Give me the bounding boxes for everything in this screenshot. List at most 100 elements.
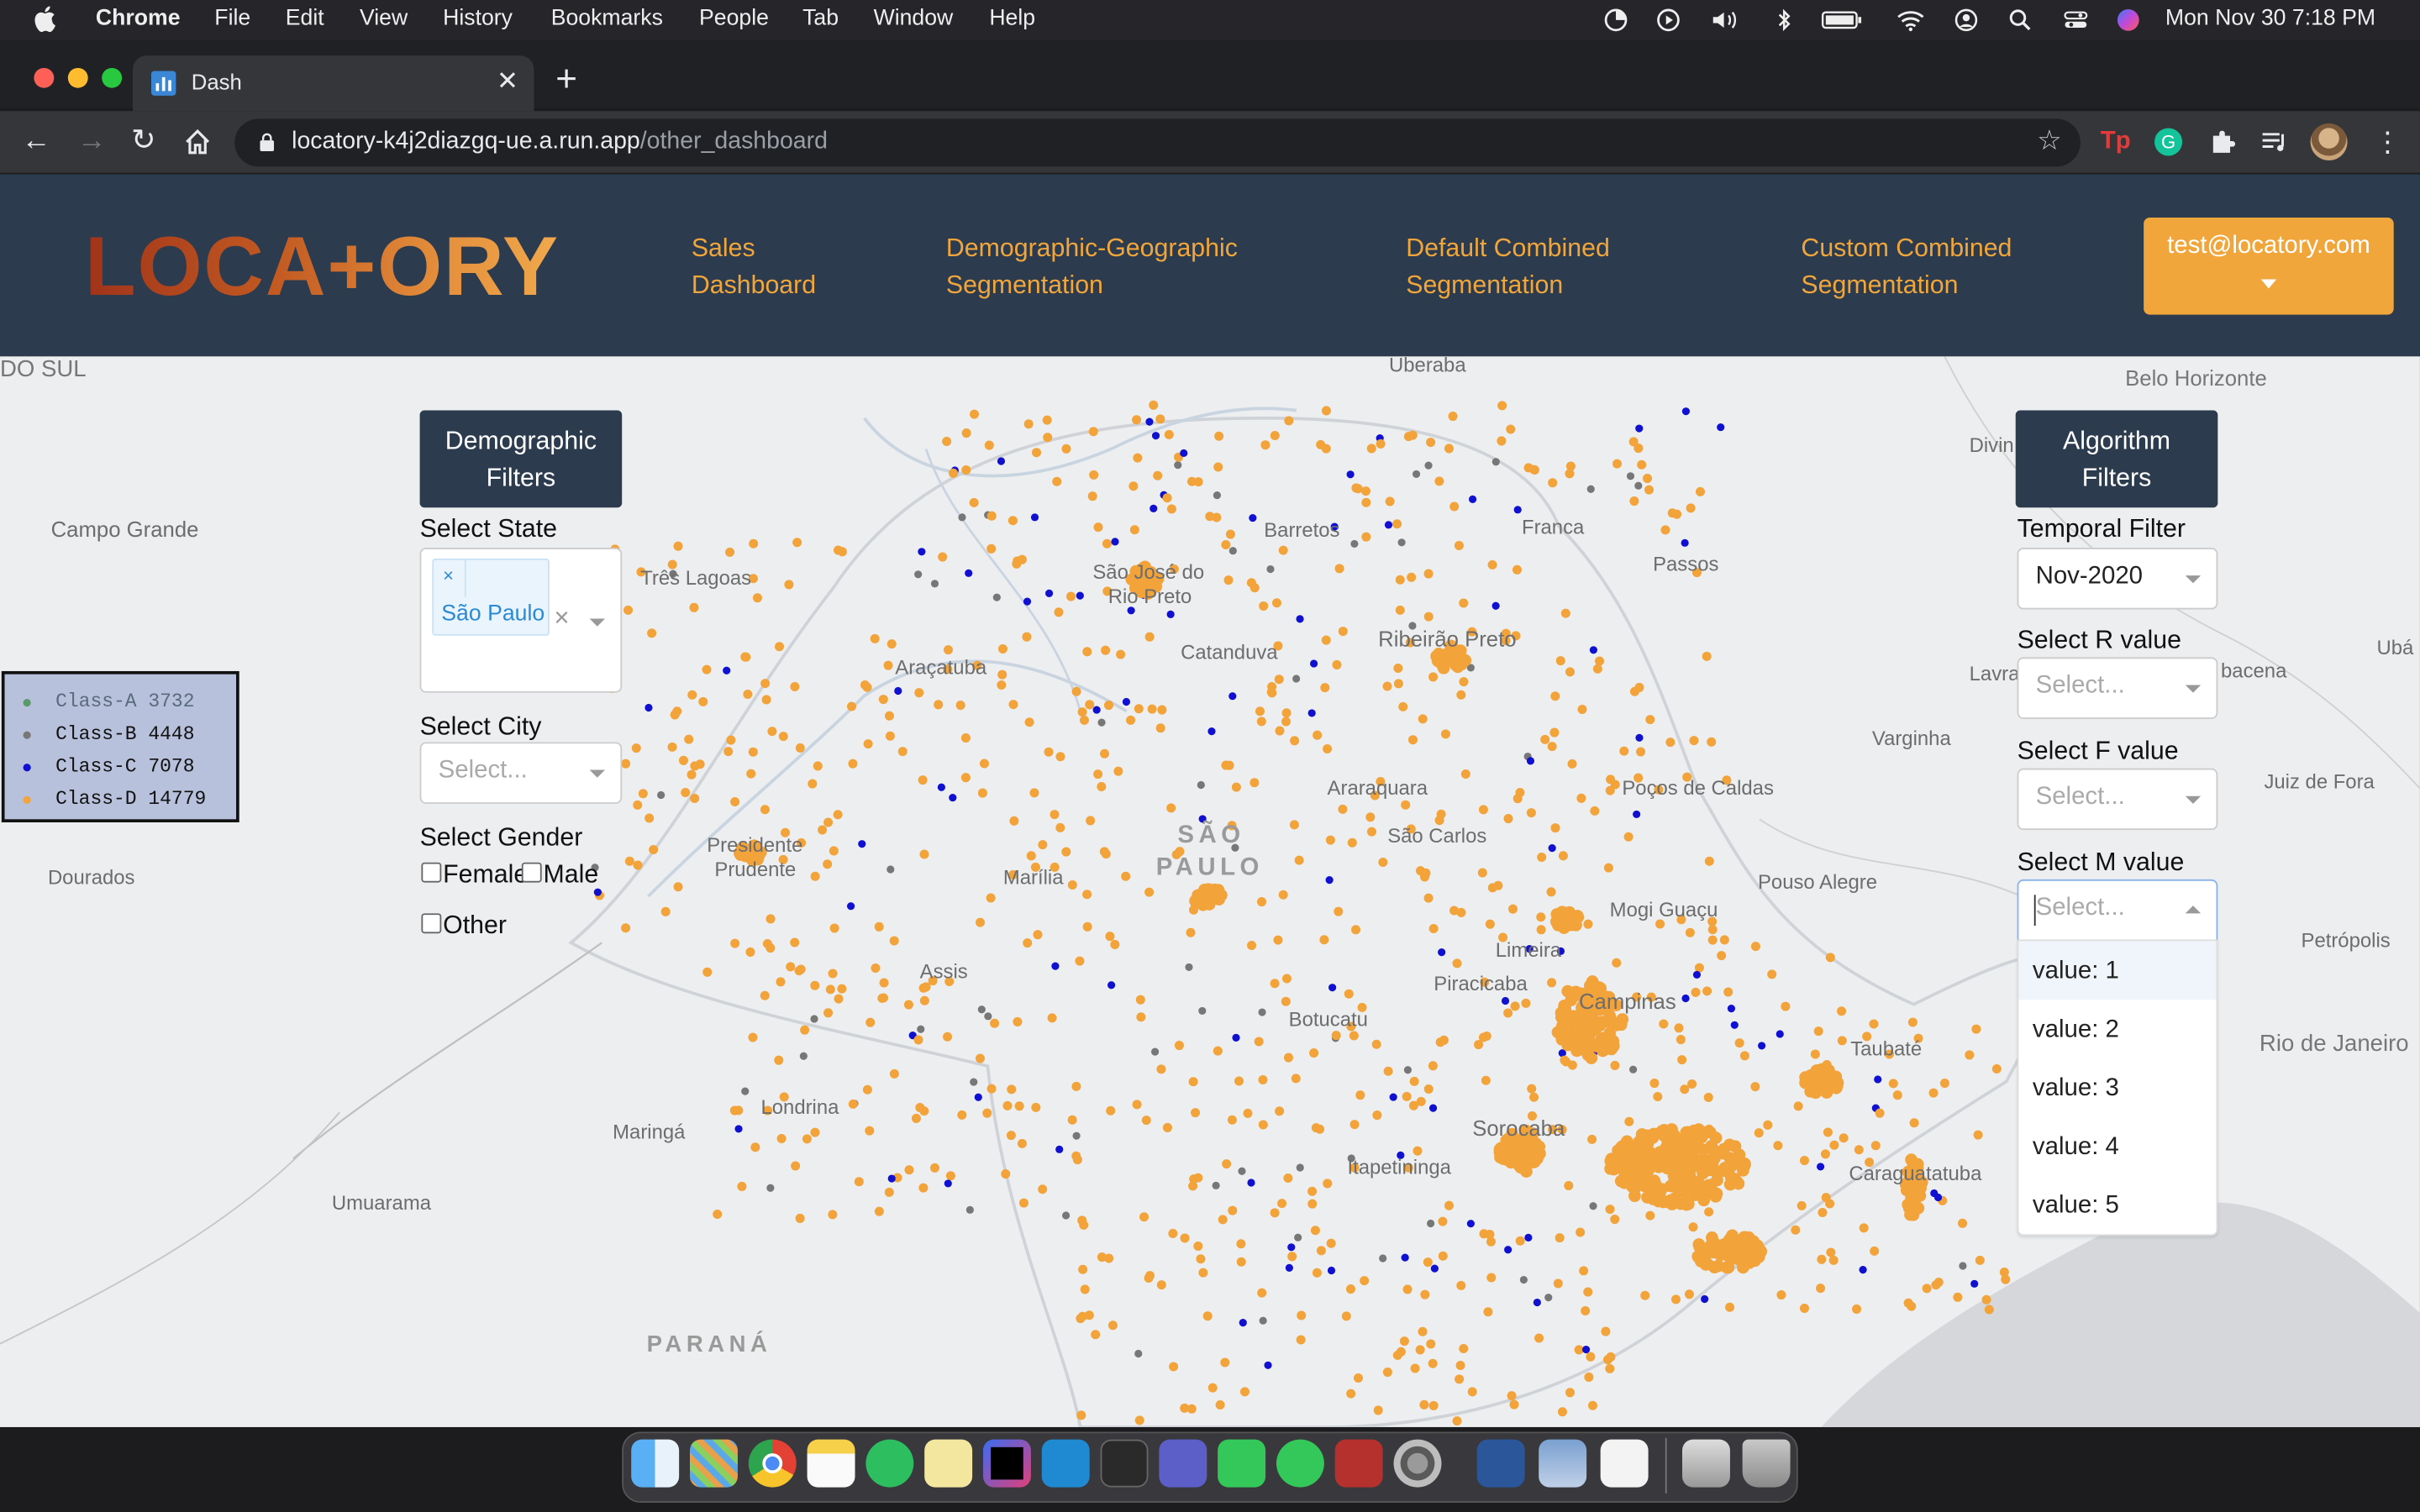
window-close-button[interactable]	[34, 67, 55, 88]
browser-tab-dash[interactable]: Dash ✕	[132, 55, 534, 112]
customer-point	[743, 690, 753, 700]
m-option-2[interactable]: value: 2	[2018, 1000, 2216, 1058]
menu-people[interactable]: People	[699, 6, 769, 30]
trash-icon[interactable]	[1742, 1439, 1791, 1488]
chevron-down-icon[interactable]	[589, 618, 605, 627]
back-arrow-icon[interactable]: ←	[22, 126, 51, 158]
media-queue-icon[interactable]	[2261, 129, 2289, 154]
user-menu-button[interactable]: test@locatory.com	[2144, 217, 2394, 315]
r-value-select[interactable]: Select...	[2017, 657, 2218, 719]
female-checkbox[interactable]	[421, 862, 442, 883]
downloads-stack-icon[interactable]	[1682, 1439, 1730, 1488]
temporal-filter-select[interactable]: Nov-2020	[2017, 548, 2218, 610]
user-account-icon[interactable]	[1954, 8, 1978, 32]
volume-icon[interactable]	[1710, 8, 1741, 32]
control-center-icon[interactable]	[2064, 8, 2088, 32]
nav-sales-dashboard[interactable]: Sales Dashboard	[692, 230, 816, 304]
customer-point	[1424, 461, 1433, 470]
algorithm-filters-button[interactable]: Algorithm Filters	[2015, 410, 2218, 508]
tab-close-icon[interactable]: ✕	[497, 66, 518, 97]
address-bar[interactable]: locatory-k4j2diazgq-ue.a.run.app/other_d…	[234, 118, 2081, 167]
chevron-down-icon[interactable]	[2185, 795, 2202, 804]
menu-tab[interactable]: Tab	[802, 6, 839, 30]
other-checkbox[interactable]	[421, 913, 442, 934]
nav-demographic-geographic-segmentation[interactable]: Demographic-Geographic Segmentation	[946, 230, 1238, 304]
evernote-icon[interactable]	[865, 1439, 914, 1488]
menu-view[interactable]: View	[360, 6, 408, 30]
spotlight-search-icon[interactable]	[2008, 8, 2033, 32]
clear-selection-icon[interactable]: ×	[554, 603, 569, 634]
terminal-icon[interactable]	[1100, 1439, 1149, 1488]
locatory-logo[interactable]: LOCA+ORY	[85, 218, 560, 317]
menu-edit[interactable]: Edit	[286, 6, 324, 30]
grammarly-extension-icon[interactable]: G	[2154, 128, 2183, 156]
battery-icon[interactable]	[1821, 8, 1864, 32]
bookmark-star-icon[interactable]: ☆	[2037, 125, 2062, 158]
menu-bookmarks[interactable]: Bookmarks	[551, 6, 663, 30]
nav-default-combined-segmentation[interactable]: Default Combined Segmentation	[1406, 230, 1610, 304]
m-value-select[interactable]: Select...	[2017, 879, 2218, 942]
siri-icon[interactable]	[2116, 8, 2140, 32]
customer-point	[1103, 701, 1113, 711]
extensions-puzzle-icon[interactable]	[2208, 128, 2236, 155]
reload-icon[interactable]: ↻	[131, 126, 155, 158]
menu-file[interactable]: File	[214, 6, 250, 30]
male-checkbox[interactable]	[521, 862, 542, 883]
window-zoom-button[interactable]	[102, 67, 123, 88]
menu-app-name[interactable]: Chrome	[96, 6, 181, 30]
new-tab-icon[interactable]: +	[555, 61, 577, 98]
chevron-down-icon[interactable]	[2185, 685, 2202, 693]
word-icon[interactable]	[1476, 1439, 1525, 1488]
m-option-1[interactable]: value: 1	[2018, 941, 2217, 1000]
customer-point	[1326, 1238, 1336, 1248]
customer-point	[794, 966, 804, 976]
intellij-icon[interactable]	[982, 1439, 1031, 1488]
chrome-icon[interactable]	[748, 1439, 797, 1488]
vscode-icon[interactable]	[1041, 1439, 1090, 1488]
chevron-down-icon[interactable]	[589, 769, 605, 778]
url-text[interactable]: locatory-k4j2diazgq-ue.a.run.app/other_d…	[292, 128, 828, 155]
customer-point	[1903, 1298, 1913, 1308]
notes-icon[interactable]	[807, 1439, 855, 1488]
wifi-icon[interactable]	[1897, 8, 1924, 32]
customer-point	[1678, 1165, 1691, 1178]
chevron-down-icon[interactable]	[2185, 575, 2202, 584]
menu-history[interactable]: History	[443, 6, 513, 30]
apple-icon[interactable]	[34, 5, 58, 33]
m-option-3[interactable]: value: 3	[2018, 1058, 2216, 1117]
window-minimize-button[interactable]	[67, 67, 88, 88]
menu-window[interactable]: Window	[874, 6, 954, 30]
bluetooth-icon[interactable]	[1772, 8, 1797, 32]
m-option-4[interactable]: value: 4	[2018, 1117, 2216, 1176]
demographic-filters-button[interactable]: Demographic Filters	[419, 410, 623, 508]
menu-help[interactable]: Help	[989, 6, 1035, 30]
chip-remove-icon[interactable]: ×	[443, 564, 454, 586]
menubar-clock[interactable]: Mon Nov 30 7:18 PM	[2165, 6, 2375, 30]
customer-point	[1810, 1049, 1820, 1059]
numbers-icon[interactable]	[1600, 1439, 1649, 1488]
system-preferences-icon[interactable]	[1393, 1439, 1442, 1488]
screen-time-icon[interactable]	[1603, 8, 1628, 32]
chevron-up-icon[interactable]	[2185, 906, 2202, 914]
forward-arrow-icon[interactable]: →	[77, 126, 107, 158]
teams-icon[interactable]	[1159, 1439, 1207, 1488]
f-value-select[interactable]: Select...	[2017, 768, 2218, 831]
chrome-menu-icon[interactable]: ⋮	[2374, 127, 2402, 158]
state-multiselect[interactable]: × São Paulo ×	[419, 548, 623, 693]
nav-custom-combined-segmentation[interactable]: Custom Combined Segmentation	[1801, 230, 2012, 304]
home-icon[interactable]	[184, 128, 212, 155]
customer-point	[1503, 1008, 1513, 1018]
dictionary-icon[interactable]	[1334, 1439, 1383, 1488]
map-label-londrina: Londrina	[760, 1095, 839, 1119]
stickies-icon[interactable]	[924, 1439, 973, 1488]
launchpad-icon[interactable]	[690, 1439, 738, 1488]
tp-extension-icon[interactable]: Tp	[2101, 127, 2131, 158]
profile-avatar[interactable]	[2310, 123, 2348, 161]
preview-icon[interactable]	[1539, 1439, 1587, 1488]
play-icon[interactable]	[1656, 8, 1681, 32]
finder-icon[interactable]	[631, 1439, 680, 1488]
m-option-5[interactable]: value: 5	[2018, 1176, 2216, 1235]
city-select[interactable]: Select...	[419, 742, 623, 804]
facetime-icon[interactable]	[1218, 1439, 1266, 1488]
messages-icon[interactable]	[1276, 1439, 1324, 1488]
